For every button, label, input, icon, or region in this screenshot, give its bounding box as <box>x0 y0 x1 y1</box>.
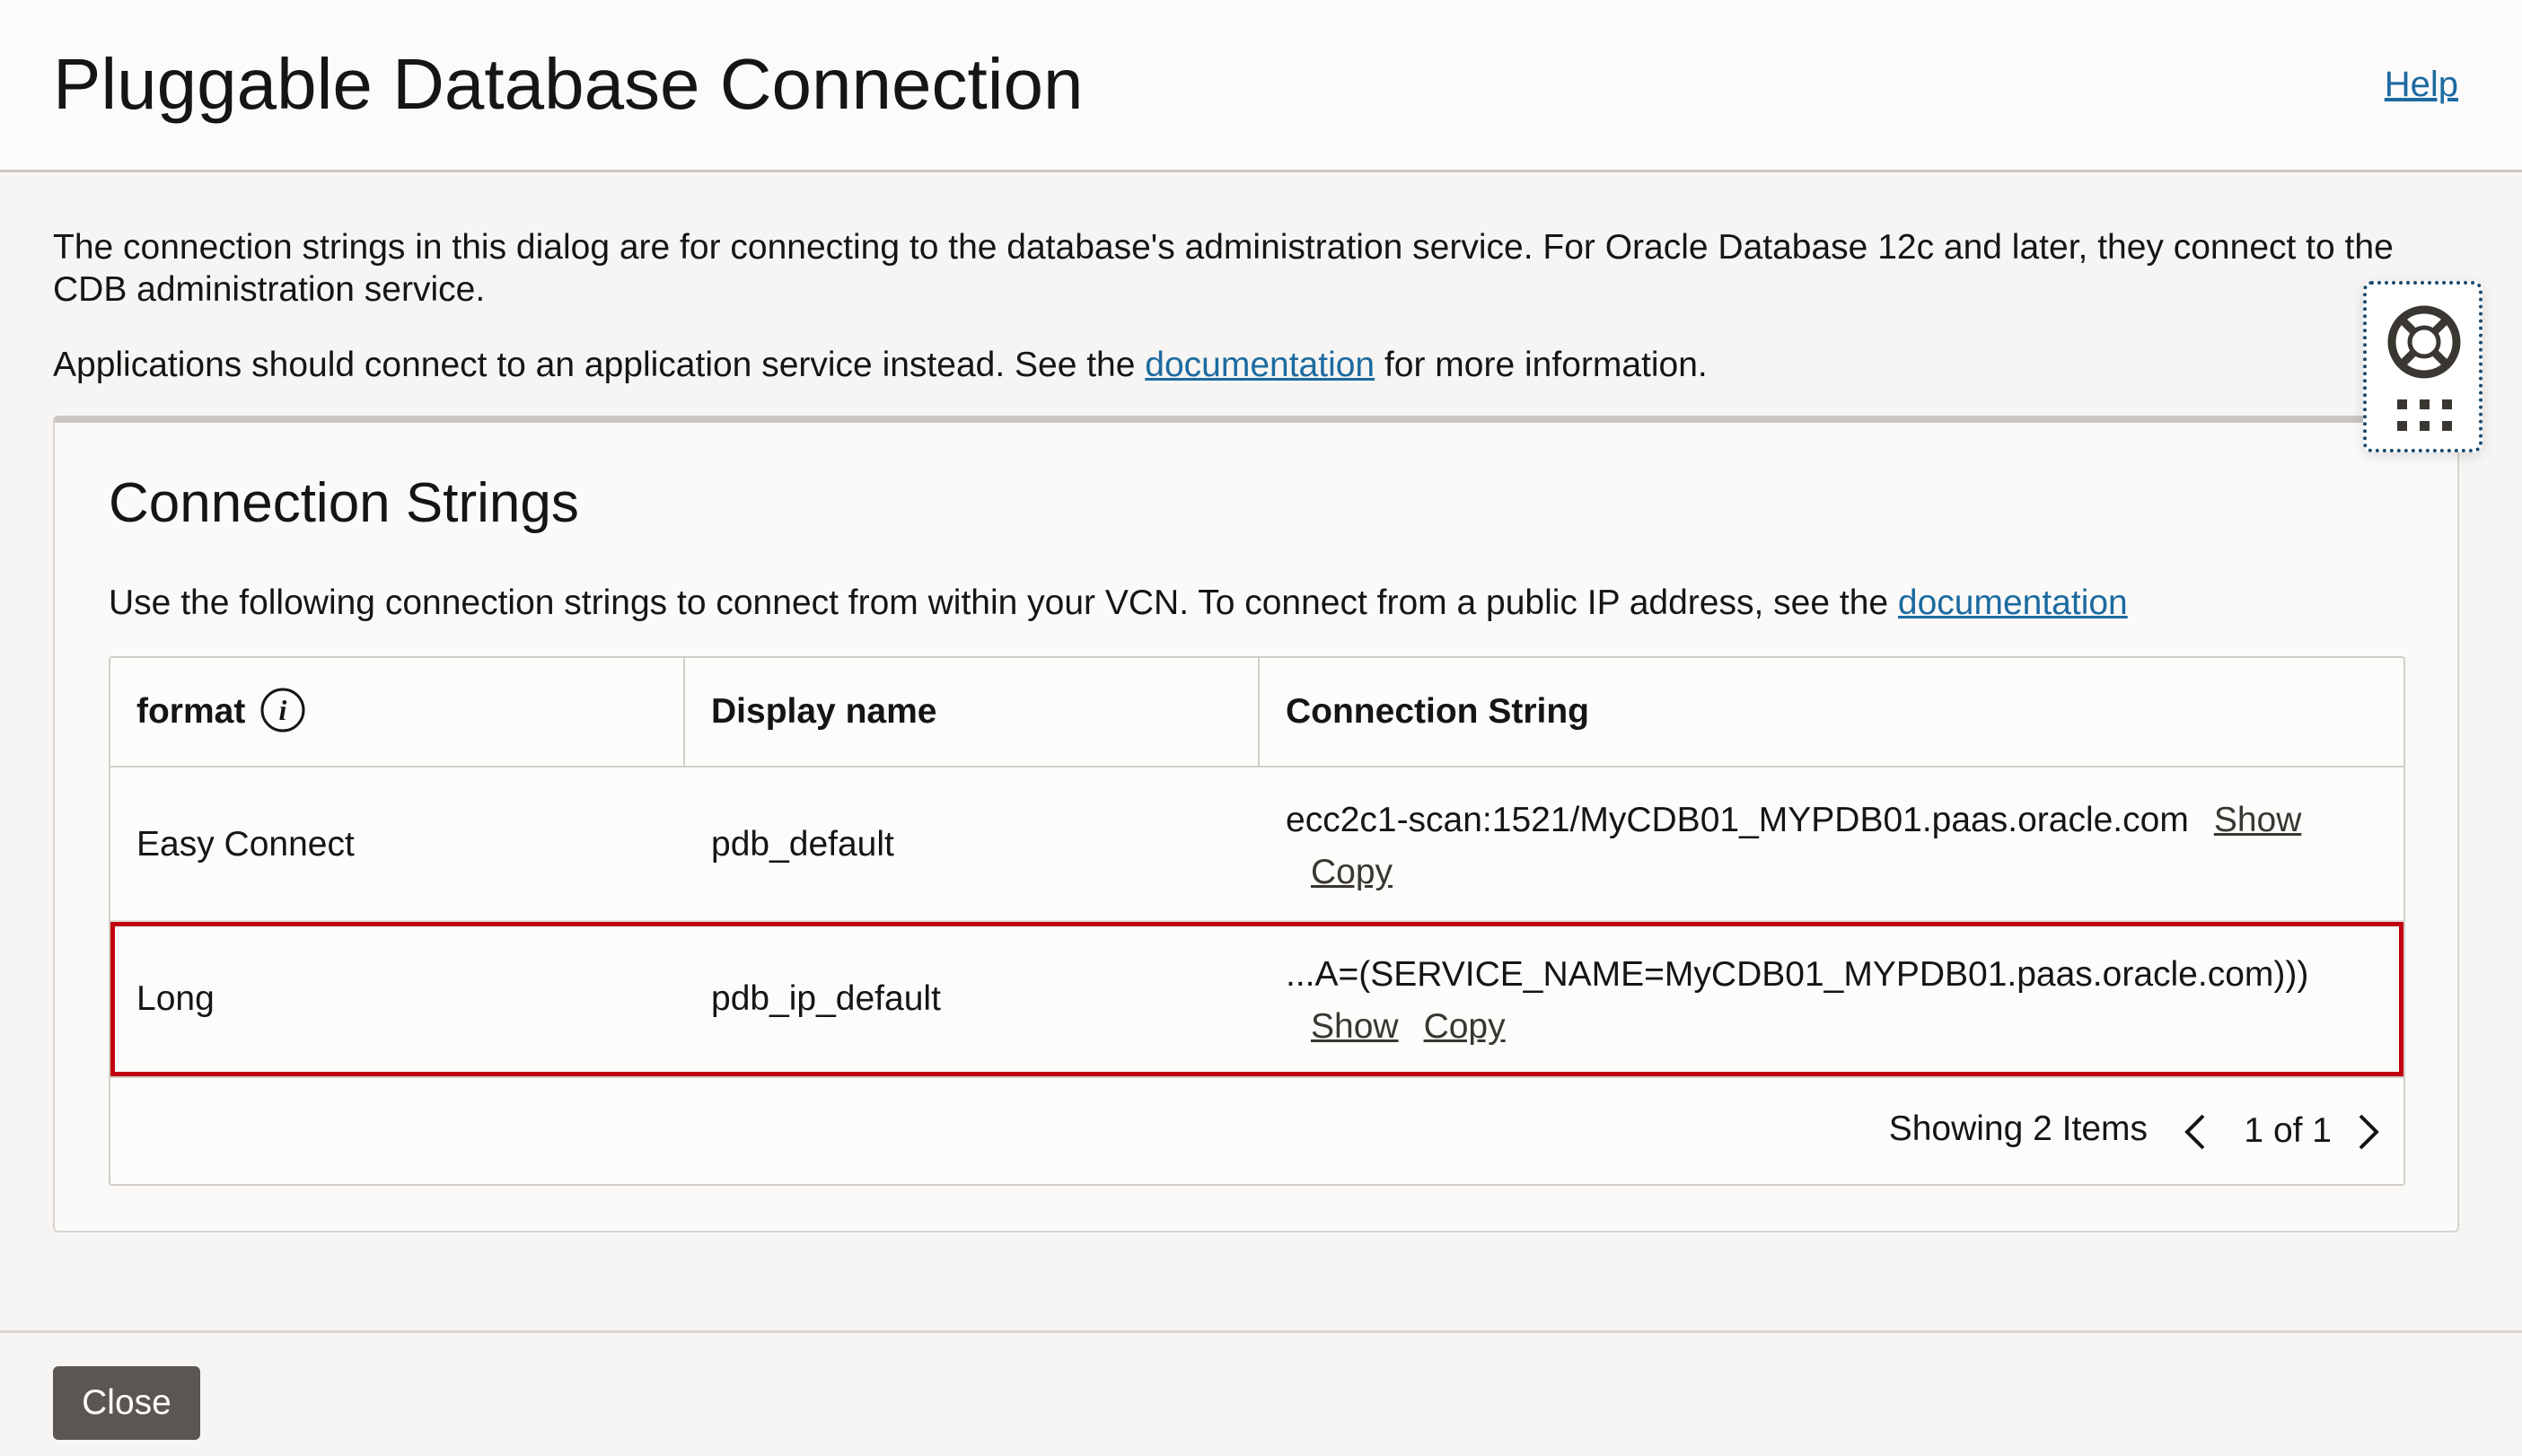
copy-link[interactable]: Copy <box>1424 1001 1506 1053</box>
panel-description: Use the following connection strings to … <box>109 581 2128 626</box>
table-header: format i Display name Connection String <box>110 658 2403 767</box>
show-link[interactable]: Show <box>1311 1001 1399 1053</box>
connection-string-cell: ...A=(SERVICE_NAME=MyCDB01_MYPDB01.paas.… <box>1286 949 2390 1053</box>
format-cell: Easy Connect <box>136 825 355 864</box>
column-header-display-name[interactable]: Display name <box>685 658 1260 766</box>
table-row-selected[interactable]: Long pdb_ip_default ...A=(SERVICE_NAME=M… <box>110 922 2403 1076</box>
dialog-title: Pluggable Database Connection <box>53 44 1084 124</box>
svg-text:i: i <box>279 694 287 726</box>
connection-string-value: ecc2c1-scan:1521/MyCDB01_MYPDB01.paas.or… <box>1286 801 2189 839</box>
application-service-note-prefix: Applications should connect to an applic… <box>53 346 1146 384</box>
application-service-note: Applications should connect to an applic… <box>53 343 1708 388</box>
intro-text: The connection strings in this dialog ar… <box>53 228 2394 309</box>
chevron-right-icon[interactable] <box>2353 1110 2384 1153</box>
page-indicator: 1 of 1 <box>2244 1111 2332 1150</box>
connection-string-value: ...A=(SERVICE_NAME=MyCDB01_MYPDB01.paas.… <box>1286 955 2309 994</box>
apps-grid-icon <box>2397 399 2452 431</box>
format-cell: Long <box>136 979 215 1018</box>
connection-strings-table: format i Display name Connection String E… <box>109 656 2405 1186</box>
connection-string-cell: ecc2c1-scan:1521/MyCDB01_MYPDB01.paas.or… <box>1286 794 2390 899</box>
column-header-format-label: format <box>136 692 246 731</box>
copy-link[interactable]: Copy <box>1311 846 1393 899</box>
panel-title: Connection Strings <box>109 472 579 534</box>
panel-description-text: Use the following connection strings to … <box>109 583 1898 622</box>
items-count: Showing 2 Items <box>1888 1110 2148 1148</box>
table-row[interactable]: Easy Connect pdb_default ecc2c1-scan:152… <box>110 767 2403 922</box>
dialog-header: Pluggable Database Connection Help <box>0 0 2522 172</box>
help-link[interactable]: Help <box>2385 59 2458 110</box>
show-link[interactable]: Show <box>2214 794 2302 846</box>
close-button[interactable]: Close <box>53 1366 200 1440</box>
dialog-footer: Close <box>0 1330 2522 1456</box>
help-center-widget[interactable] <box>2363 281 2482 452</box>
connection-strings-panel: Connection Strings Use the following con… <box>53 416 2459 1232</box>
application-service-note-suffix: for more information. <box>1375 346 1708 384</box>
public-ip-documentation-link[interactable]: documentation <box>1898 583 2128 622</box>
display-name-cell: pdb_default <box>711 825 894 864</box>
info-icon[interactable]: i <box>259 687 306 733</box>
lifebuoy-icon <box>2387 305 2461 379</box>
column-header-format[interactable]: format i <box>110 658 685 766</box>
chevron-left-icon[interactable] <box>2180 1110 2210 1153</box>
display-name-cell: pdb_ip_default <box>711 979 941 1018</box>
documentation-link[interactable]: documentation <box>1145 346 1375 384</box>
table-footer: Showing 2 Items 1 of 1 <box>110 1076 2403 1184</box>
column-header-connection-string[interactable]: Connection String <box>1260 658 2403 766</box>
